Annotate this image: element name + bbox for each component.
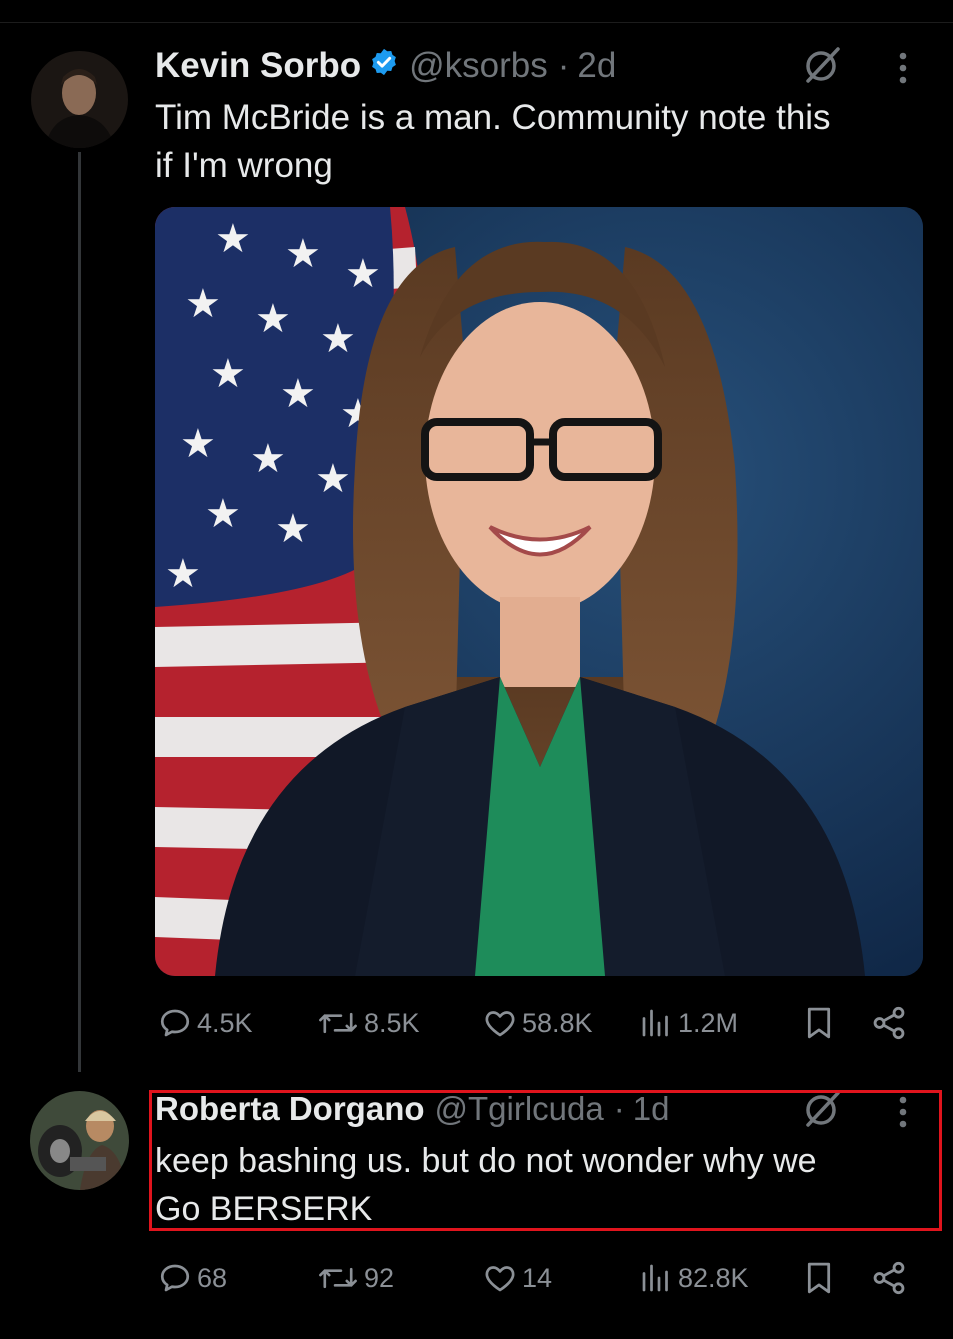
svg-text:★: ★ — [215, 216, 251, 262]
views-button[interactable]: 82.8K — [638, 1260, 749, 1296]
views-button[interactable]: 1.2M — [638, 1005, 738, 1041]
post-header: Kevin Sorbo @ksorbs · 2d — [155, 46, 616, 86]
svg-text:★: ★ — [165, 551, 201, 597]
repost-button[interactable]: 92 — [316, 1260, 394, 1296]
repost-count: 92 — [364, 1262, 395, 1293]
svg-text:★: ★ — [345, 251, 381, 297]
reply-icon — [160, 1264, 190, 1292]
views-count: 82.8K — [678, 1262, 749, 1293]
post-time[interactable]: 2d — [577, 46, 616, 86]
svg-text:★: ★ — [280, 371, 316, 417]
post-text: Tim McBride is a man. Community note thi… — [155, 94, 831, 190]
reply-count: 68 — [197, 1262, 228, 1293]
share-icon[interactable] — [870, 1004, 908, 1042]
reply-count: 4.5K — [197, 1007, 253, 1038]
svg-text:★: ★ — [180, 421, 216, 467]
reply-button[interactable]: 68 — [157, 1260, 227, 1296]
svg-text:★: ★ — [255, 296, 291, 342]
repost-button[interactable]: 8.5K — [316, 1005, 420, 1041]
grok-icon[interactable] — [802, 45, 842, 85]
repost-count: 8.5K — [364, 1007, 420, 1038]
author-name[interactable]: Kevin Sorbo — [155, 46, 361, 86]
svg-text:★: ★ — [205, 491, 241, 537]
red-highlight-box — [149, 1090, 942, 1231]
top-divider — [0, 22, 953, 23]
post-media-photo[interactable]: ★ ★ ★ ★ ★ ★ ★ ★ ★ ★ ★ ★ ★ ★ ★ — [155, 207, 923, 976]
like-count: 14 — [522, 1262, 553, 1293]
like-count: 58.8K — [522, 1007, 593, 1038]
svg-text:★: ★ — [210, 351, 246, 397]
svg-text:★: ★ — [315, 456, 351, 502]
like-icon — [485, 1266, 515, 1292]
time-separator: · — [557, 46, 570, 85]
reply-button[interactable]: 4.5K — [157, 1005, 253, 1041]
post-text-line: Tim McBride is a man. Community note thi… — [155, 98, 831, 137]
views-icon — [642, 1264, 668, 1292]
like-button[interactable]: 58.8K — [482, 1005, 593, 1041]
like-button[interactable]: 14 — [482, 1260, 552, 1296]
author-avatar[interactable] — [31, 51, 128, 148]
views-count: 1.2M — [678, 1007, 739, 1038]
views-icon — [642, 1009, 668, 1037]
bookmark-icon[interactable] — [802, 1260, 836, 1296]
repost-icon — [319, 1012, 357, 1034]
author-handle[interactable]: @ksorbs — [409, 46, 548, 86]
thread-connector-line — [78, 152, 81, 1072]
svg-text:★: ★ — [185, 281, 221, 327]
reply-icon — [160, 1009, 190, 1037]
verified-badge-icon — [369, 46, 399, 86]
like-icon — [485, 1011, 515, 1037]
more-icon[interactable] — [896, 50, 910, 86]
bookmark-icon[interactable] — [802, 1005, 836, 1041]
share-icon[interactable] — [870, 1259, 908, 1297]
svg-text:★: ★ — [250, 436, 286, 482]
post-text-line: if I'm wrong — [155, 146, 333, 185]
svg-text:★: ★ — [320, 316, 356, 362]
svg-text:★: ★ — [285, 231, 321, 277]
reply-author-avatar[interactable] — [30, 1091, 129, 1190]
svg-text:★: ★ — [275, 506, 311, 552]
repost-icon — [319, 1267, 357, 1289]
